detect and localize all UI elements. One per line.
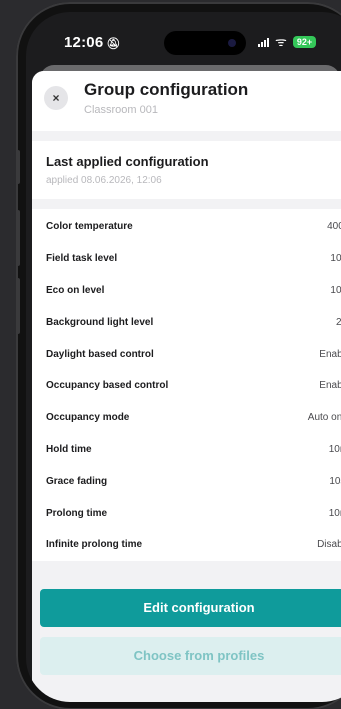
page-subtitle: Classroom 001 <box>84 104 158 116</box>
status-bar: 12:06 🔕︎ ᯤ 92+ <box>26 12 341 70</box>
setting-label: Color temperature <box>46 221 133 233</box>
list-item: Daylight based control Enabled <box>32 338 341 370</box>
mute-switch <box>16 150 20 184</box>
device-stage: 12:06 🔕︎ ᯤ 92+ × Group configuration Clas… <box>0 0 341 709</box>
setting-value: 20% <box>335 316 341 328</box>
setting-value: 100% <box>330 253 341 265</box>
setting-label: Occupancy based control <box>46 380 169 392</box>
setting-value: 100% <box>330 284 341 296</box>
setting-label: Prolong time <box>46 507 108 519</box>
setting-value: 10min <box>328 507 341 519</box>
actions-area: Edit configuration Choose from profiles <box>32 561 341 675</box>
page-title: Group configuration <box>84 80 249 99</box>
bell-slash-icon: 🔕︎ <box>106 38 121 50</box>
list-item: Eco on level 100% <box>32 275 341 307</box>
setting-label: Eco on level <box>46 284 105 296</box>
setting-value: Enabled <box>319 380 341 392</box>
phone-screen: 12:06 🔕︎ ᯤ 92+ × Group configuration Clas… <box>26 12 341 702</box>
list-item: Occupancy mode Auto on/off <box>32 402 341 434</box>
setting-label: Daylight based control <box>46 348 154 360</box>
setting-label: Field task level <box>46 253 118 265</box>
list-item: Color temperature 4000K <box>32 211 341 243</box>
setting-label: Background light level <box>46 316 154 328</box>
setting-value: 4000K <box>327 221 341 233</box>
list-item: Prolong time 10min <box>32 497 341 529</box>
setting-value: Disabled <box>317 539 341 551</box>
list-item: Grace fading 10sec <box>32 465 341 497</box>
setting-value: 10min <box>328 443 341 455</box>
list-item: Field task level 100% <box>32 243 341 275</box>
close-icon: × <box>52 91 60 105</box>
camera-icon <box>228 39 236 47</box>
wifi-icon: ᯤ <box>275 34 287 49</box>
status-time: 12:06 🔕︎ <box>64 34 121 51</box>
setting-label: Hold time <box>46 443 92 455</box>
section-title: Last applied configuration <box>46 154 209 169</box>
volume-up-button <box>16 210 20 266</box>
list-item: Infinite prolong time Disabled <box>32 529 341 561</box>
setting-value: Enabled <box>319 348 341 360</box>
setting-label: Infinite prolong time <box>46 539 143 551</box>
edit-configuration-button[interactable]: Edit configuration <box>40 588 341 627</box>
choose-from-profiles-button[interactable]: Choose from profiles <box>40 636 341 675</box>
setting-value: 10sec <box>329 475 341 487</box>
list-item: Hold time 10min <box>32 434 341 466</box>
list-item: Occupancy based control Enabled <box>32 370 341 402</box>
group-configuration-sheet: × Group configuration Classroom 001 Last… <box>32 71 341 702</box>
signal-icon <box>258 37 269 47</box>
setting-label: Grace fading <box>46 475 108 487</box>
setting-label: Occupancy mode <box>46 412 130 424</box>
setting-value: Auto on/off <box>307 412 341 424</box>
sheet-header: × Group configuration Classroom 001 <box>32 71 341 131</box>
volume-down-button <box>16 278 20 334</box>
battery-icon: 92+ <box>292 36 317 48</box>
last-applied-section: Last applied configuration applied 08.06… <box>32 141 341 199</box>
applied-date: applied 08.06.2026, 12:06 <box>46 175 162 186</box>
close-button[interactable]: × <box>44 86 68 110</box>
list-item: Background light level 20% <box>32 306 341 338</box>
settings-list: Color temperature 4000K Field task level 10… <box>32 209 341 561</box>
dynamic-island <box>164 31 246 55</box>
status-icons: ᯤ 92+ <box>258 34 317 49</box>
clock-text: 12:06 <box>64 34 104 51</box>
